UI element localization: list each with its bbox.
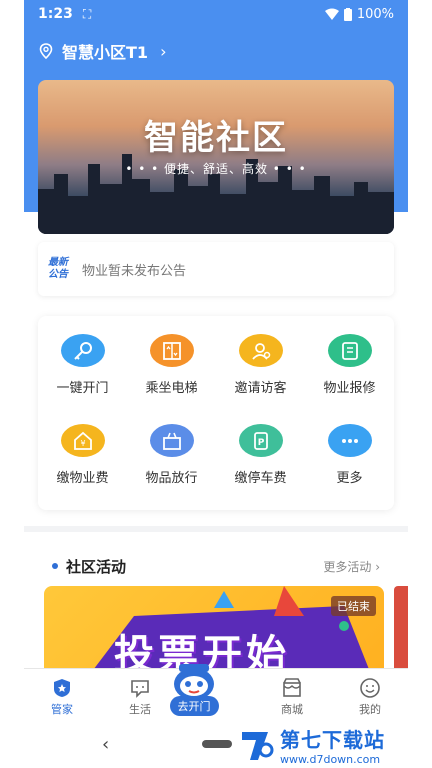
location-pin-icon [39, 43, 53, 59]
banner[interactable]: 智能社区 • • • 便捷、舒适、高效 • • • [38, 80, 394, 234]
butler-icon [54, 679, 70, 697]
grid-item-label: 乘坐电梯 [145, 381, 198, 396]
status-time: 1:23 [38, 6, 73, 22]
tab-butler[interactable]: 管家 [24, 669, 100, 721]
grid-item-item-release[interactable]: 物品放行 [127, 406, 216, 486]
repair-icon [327, 334, 372, 367]
home-pill[interactable] [202, 740, 232, 748]
battery-icon [343, 7, 352, 21]
banner-title: 智能社区 [144, 118, 288, 158]
open-door-mascot-icon [174, 664, 214, 700]
svg-text:P: P [257, 438, 264, 448]
elevator-icon [149, 334, 194, 367]
grid-item-label: 物业报修 [323, 381, 376, 396]
grid-item-more[interactable]: 更多 [305, 406, 394, 486]
announcement-text: 物业暂未发布公告 [82, 263, 187, 279]
announcement-bar[interactable]: 最新 公告 物业暂未发布公告 [38, 242, 394, 296]
grid-item-label: 邀请访客 [234, 381, 287, 396]
grid-item-label: 缴停车费 [234, 471, 287, 486]
watermark: 第七下载站 www.d7down.com [238, 724, 418, 766]
announcement-tag: 最新 公告 [48, 257, 68, 280]
tab-mall[interactable]: 商城 [254, 669, 330, 721]
chevron-right-icon: › [160, 41, 167, 61]
grid-item-label: 一键开门 [56, 381, 109, 396]
function-grid: 一键开门 乘坐电梯 邀请访客 物业报修 ¥ 缴物业费 物品放行 P 缴停车费 更… [38, 316, 394, 510]
item-release-icon [149, 424, 194, 457]
battery-level: 100% [356, 6, 394, 22]
grid-item-one-key-open[interactable]: 一键开门 [38, 316, 127, 396]
watermark-logo [242, 732, 274, 760]
grid-item-label: 缴物业费 [56, 471, 109, 486]
mall-icon [283, 678, 301, 697]
status-bar: 1:23 ⛶ 100% [24, 0, 408, 28]
tab-open-door[interactable]: 去开门 [164, 660, 224, 720]
ended-badge: 已结束 [331, 596, 376, 616]
back-icon[interactable]: ‹ [102, 734, 109, 755]
property-fee-icon: ¥ [60, 424, 105, 457]
visitor-icon [238, 334, 283, 367]
profile-icon [360, 678, 380, 698]
grid-item-label: 更多 [336, 471, 363, 486]
notification-icon: ⛶ [82, 6, 92, 21]
grid-item-property-fee[interactable]: ¥ 缴物业费 [38, 406, 127, 486]
community-selector[interactable]: 智慧小区T1 › [38, 38, 166, 64]
more-activities-link[interactable]: 更多活动 › [323, 558, 380, 575]
key-icon [60, 334, 105, 367]
svg-text:¥: ¥ [80, 439, 85, 448]
watermark-title: 第七下载站 [280, 728, 385, 752]
grid-item-elevator[interactable]: 乘坐电梯 [127, 316, 216, 396]
life-icon [131, 680, 149, 698]
community-name: 智慧小区T1 [62, 43, 149, 62]
banner-subtitle: • • • 便捷、舒适、高效 • • • [125, 162, 307, 176]
watermark-url: www.d7down.com [280, 753, 381, 766]
more-icon [327, 424, 372, 457]
wifi-icon [324, 8, 339, 20]
section-dot [52, 563, 58, 569]
tab-profile[interactable]: 我的 [332, 669, 408, 721]
activity-header: 社区活动 更多活动 › [38, 554, 394, 578]
section-divider [24, 526, 408, 532]
grid-item-parking-fee[interactable]: P 缴停车费 [216, 406, 305, 486]
parking-icon: P [238, 424, 283, 457]
grid-item-label: 物品放行 [145, 471, 198, 486]
grid-item-property-repair[interactable]: 物业报修 [305, 316, 394, 396]
grid-item-invite-visitor[interactable]: 邀请访客 [216, 316, 305, 396]
activity-title: 社区活动 [66, 557, 127, 576]
